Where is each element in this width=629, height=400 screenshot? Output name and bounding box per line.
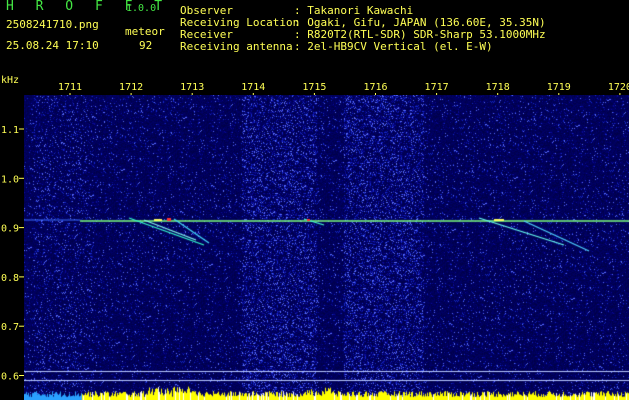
time-tick-1715: 1715	[302, 82, 326, 93]
antenna-label: Receiving antenna	[180, 40, 293, 53]
detection-label: meteor	[125, 25, 165, 38]
time-tick-1718: 1718	[486, 82, 510, 93]
time-tick-1720: 1720	[608, 82, 629, 93]
freq-tick-0.9: 0.9	[1, 224, 19, 235]
file-datetime: 25.08.24 17:10	[6, 39, 99, 52]
time-tick-1719: 1719	[547, 82, 571, 93]
freq-tick-0.8: 0.8	[1, 273, 19, 284]
freq-tick-0.7: 0.7	[1, 322, 19, 333]
time-tick-1717: 1717	[425, 82, 449, 93]
freq-tick-1.0: 1.0	[1, 174, 19, 185]
file-name: 2508241710.png	[6, 18, 99, 31]
time-tick-1711: 1711	[58, 82, 82, 93]
time-tick-1713: 1713	[180, 82, 204, 93]
time-tick-1716: 1716	[363, 82, 387, 93]
antenna-value: : 2el-HB9CV Vertical (el. E-W)	[294, 40, 493, 53]
header-panel: H R O F F T 1.0.0 2508241710.png 25.08.2…	[0, 0, 629, 72]
detection-count: 92	[139, 39, 153, 52]
time-tick-1712: 1712	[119, 82, 143, 93]
time-tick-1714: 1714	[241, 82, 265, 93]
freq-tick-0.6: 0.6	[1, 372, 19, 383]
waterfall-spectrogram	[24, 95, 629, 400]
app-version: 1.0.0	[126, 3, 157, 14]
freq-tick-1.1: 1.1	[1, 125, 19, 136]
frequency-unit-label: kHz	[1, 75, 19, 86]
